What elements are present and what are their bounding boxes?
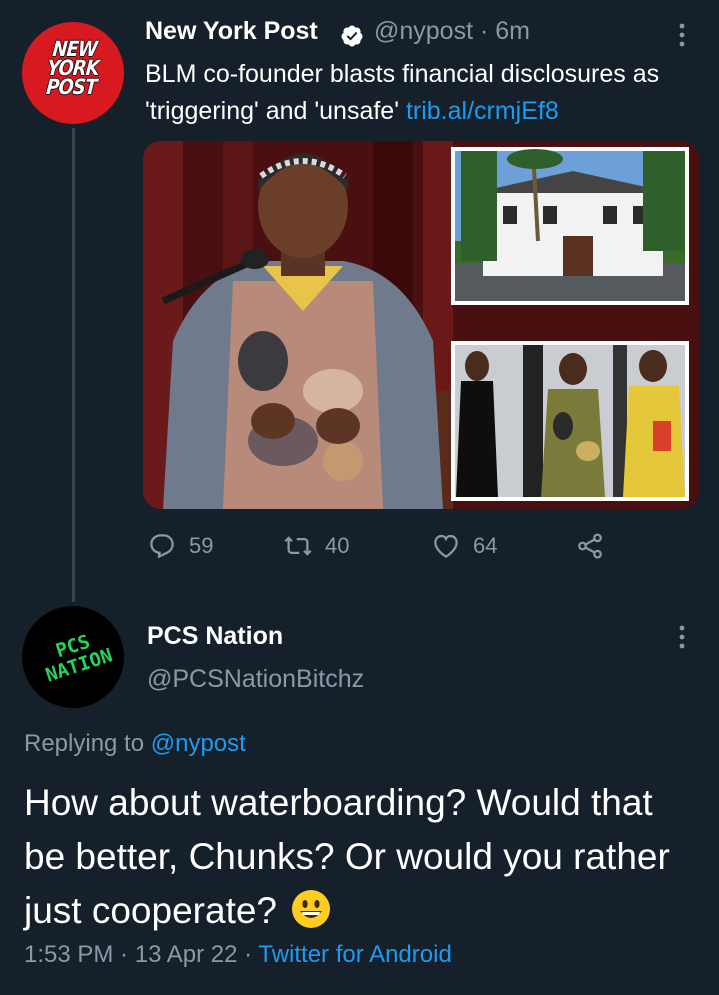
separator: · — [113, 941, 135, 968]
reply-button[interactable]: 59 — [147, 528, 213, 564]
replying-to: Replying to @nypost — [24, 730, 246, 758]
like-button[interactable]: 64 — [431, 528, 497, 564]
author-name[interactable]: New York Post — [145, 17, 318, 46]
replying-label: Replying to — [24, 730, 151, 757]
nypost-avatar[interactable]: NEW YORK POST — [22, 22, 124, 124]
author-handle-time[interactable]: @nypost · 6m — [374, 17, 530, 46]
reply-author-name[interactable]: PCS Nation — [147, 622, 283, 651]
pcsnation-logo: PCS NATION — [43, 630, 116, 687]
reply-icon — [150, 534, 174, 559]
reply-time: 1:53 PM — [24, 941, 114, 968]
tweet-link[interactable]: trib.al/crmjEf8 — [406, 97, 559, 125]
verified-badge-icon — [341, 25, 363, 47]
reply-body: How about waterboarding? Would that be b… — [24, 782, 670, 931]
nypost-logo: NEW YORK POST — [45, 37, 100, 99]
tweet-text: BLM co-founder blasts financial disclosu… — [145, 56, 705, 130]
separator: · — [473, 17, 496, 45]
like-count: 64 — [473, 533, 498, 558]
tweet-actions: 59 40 64 — [143, 528, 699, 564]
tweet-media[interactable] — [143, 141, 699, 509]
more-options-icon[interactable] — [672, 20, 692, 50]
more-options-icon[interactable] — [672, 622, 692, 652]
author-handle: @nypost — [374, 17, 474, 45]
reply-meta: 1:53 PM · 13 Apr 22 · Twitter for Androi… — [24, 941, 452, 969]
share-button[interactable] — [575, 528, 605, 564]
retweet-count: 40 — [325, 533, 350, 558]
reply-date: 13 Apr 22 — [134, 941, 238, 968]
replying-handle-link[interactable]: @nypost — [151, 730, 246, 757]
reply-author-handle[interactable]: @PCSNationBitchz — [147, 665, 364, 694]
pcsnation-avatar[interactable]: PCS NATION — [22, 606, 124, 708]
reply-text: How about waterboarding? Would that be b… — [24, 776, 704, 938]
reply-count: 59 — [189, 533, 214, 558]
grinning-face-emoji — [292, 890, 331, 928]
thread-line — [72, 128, 75, 602]
media-image — [143, 141, 699, 509]
separator: · — [237, 941, 259, 968]
tweet-time: 6m — [495, 17, 530, 45]
like-icon — [434, 534, 458, 558]
share-icon — [578, 533, 602, 559]
reply-client-link[interactable]: Twitter for Android — [258, 941, 451, 968]
tweet-body: BLM co-founder blasts financial disclosu… — [145, 60, 660, 125]
retweet-button[interactable]: 40 — [283, 528, 349, 564]
retweet-icon — [284, 536, 312, 556]
